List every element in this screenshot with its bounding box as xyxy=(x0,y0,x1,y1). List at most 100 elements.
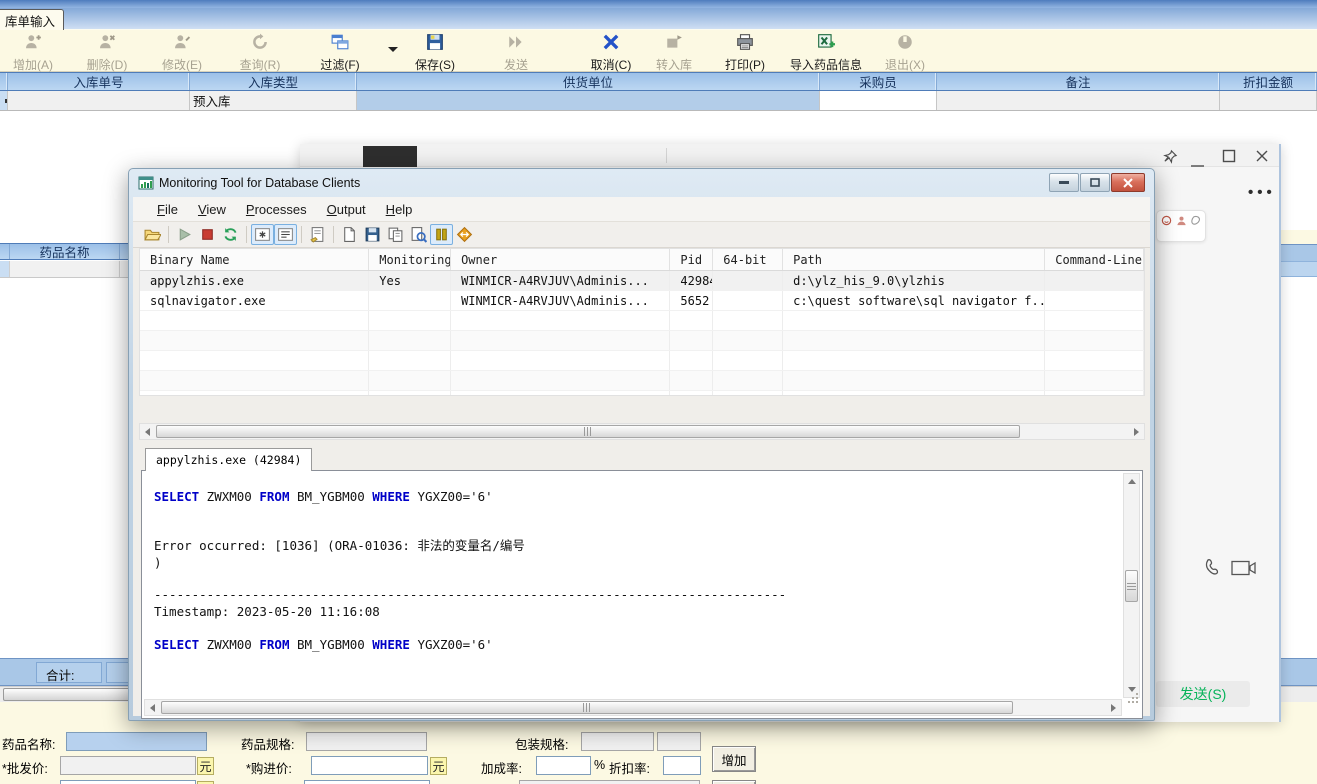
retail-field[interactable] xyxy=(60,780,196,784)
quick-reaction-toolbar[interactable] xyxy=(1156,210,1206,242)
order-cell-discount-amount[interactable] xyxy=(1220,91,1317,110)
copy-icon[interactable] xyxy=(384,224,407,245)
new-file-icon[interactable] xyxy=(338,224,361,245)
process-row-appylzhis.exe[interactable]: appylzhis.exe Yes WINMICR-A4RVJUV\Adminis.… xyxy=(140,271,1144,291)
process-col-header[interactable]: Owner xyxy=(451,249,671,270)
process-table[interactable]: Binary Name Monitoring Owner Pid 64-bit Path C… xyxy=(139,248,1145,396)
chat-close-icon[interactable] xyxy=(1255,149,1269,168)
toolbar-button-filter[interactable]: 过滤(F) xyxy=(314,32,366,72)
toolbar-button-modify: 修改(E) xyxy=(159,32,205,72)
order-col-discount-amount: 折扣金额 xyxy=(1220,73,1317,90)
order-grid-row[interactable]: 预入库 xyxy=(0,91,1317,111)
toolbar-button-label: 退出(X) xyxy=(885,58,925,72)
menu-help[interactable]: Help xyxy=(376,199,423,220)
process-col-header[interactable]: 64-bit xyxy=(713,249,784,270)
hscroll-thumb[interactable] xyxy=(161,701,1013,714)
process-table-hscrollbar[interactable] xyxy=(139,423,1145,440)
goto-icon[interactable] xyxy=(453,224,476,245)
process-col-header[interactable]: Monitoring xyxy=(369,249,452,270)
toolbar-button-save[interactable]: 保存(S) xyxy=(410,32,460,72)
add-item-button[interactable]: 增加 xyxy=(712,746,756,772)
spec-field[interactable] xyxy=(306,732,427,751)
toolbar-separator xyxy=(333,226,334,243)
maker-field[interactable] xyxy=(519,780,700,784)
wholesale-field[interactable] xyxy=(60,756,196,775)
output-vscrollbar[interactable] xyxy=(1123,473,1140,698)
menu-processes[interactable]: Processes xyxy=(236,199,317,220)
scroll-right-icon[interactable] xyxy=(1129,424,1144,439)
discount-rate-field[interactable] xyxy=(663,756,701,775)
chat-more-icon[interactable]: ••• xyxy=(1248,184,1276,201)
dark-tab[interactable] xyxy=(363,146,417,167)
order-cell-supplier[interactable] xyxy=(357,91,820,110)
delete-item-button[interactable]: 删除 xyxy=(712,780,756,784)
asterisk-view-icon[interactable] xyxy=(251,224,274,245)
play-icon[interactable] xyxy=(173,224,196,245)
qty-field[interactable] xyxy=(304,780,430,784)
menu-output[interactable]: Output xyxy=(317,199,376,220)
log-view-icon[interactable] xyxy=(274,224,297,245)
toolbar-button-label: 保存(S) xyxy=(415,58,455,72)
item-cell-1[interactable] xyxy=(10,261,120,277)
pin-icon[interactable] xyxy=(1163,149,1178,169)
process-row-sqlnavigator.exe[interactable]: sqlnavigator.exe WINMICR-A4RVJUV\Adminis.… xyxy=(140,291,1144,311)
restore-button[interactable] xyxy=(1080,173,1110,192)
video-call-icon[interactable] xyxy=(1231,560,1257,582)
open-folder-icon[interactable] xyxy=(141,224,164,245)
refresh-icon[interactable] xyxy=(219,224,242,245)
process-cell-empty xyxy=(369,351,452,370)
scroll-left-icon[interactable] xyxy=(145,700,160,715)
toolbar-button-print[interactable]: 打印(P) xyxy=(722,32,768,72)
close-button[interactable] xyxy=(1111,173,1145,192)
find-icon[interactable] xyxy=(407,224,430,245)
pause-icon[interactable] xyxy=(430,224,453,245)
sticker-icon[interactable] xyxy=(1190,215,1202,226)
sql-output-text[interactable]: SELECT ZWXM00 FROM BM_YGBM00 WHERE YGXZ0… xyxy=(144,473,1122,698)
toolbar-button-cancel[interactable]: 取消(C) xyxy=(586,32,636,72)
markup-field[interactable] xyxy=(536,756,591,775)
chat-minimize-icon[interactable] xyxy=(1190,155,1205,173)
chat-maximize-icon[interactable] xyxy=(1222,149,1236,168)
scroll-right-icon[interactable] xyxy=(1106,700,1121,715)
hscroll-thumb[interactable] xyxy=(156,425,1020,438)
send-button[interactable]: 发送(S) xyxy=(1156,681,1250,707)
toolbar-button-send: 发送 xyxy=(494,32,538,72)
order-cell-order-type[interactable]: 预入库 xyxy=(190,91,357,110)
voice-call-icon[interactable] xyxy=(1203,557,1225,584)
monitoring-app-icon xyxy=(138,175,154,196)
toolbar-button-import[interactable]: 导入药品信息 xyxy=(782,32,870,72)
order-cell-buyer[interactable] xyxy=(820,91,937,110)
purchase-field[interactable] xyxy=(311,756,428,775)
stop-icon[interactable] xyxy=(196,224,219,245)
menu-file[interactable]: File xyxy=(147,199,188,220)
properties-icon[interactable] xyxy=(306,224,329,245)
resize-grip[interactable] xyxy=(1126,691,1140,710)
process-col-header[interactable]: Binary Name xyxy=(140,249,370,270)
output-tab[interactable]: appylzhis.exe (42984) xyxy=(145,448,313,471)
process-col-header[interactable]: Pid xyxy=(670,249,714,270)
pack-unit-field[interactable] xyxy=(657,732,701,751)
wholesale-unit: 元 xyxy=(197,757,214,775)
filter-dropdown-caret-icon[interactable] xyxy=(388,47,398,52)
save-file-icon[interactable] xyxy=(361,224,384,245)
emoji-icon[interactable] xyxy=(1161,215,1172,226)
vscroll-thumb[interactable] xyxy=(1125,570,1138,602)
process-cell-empty xyxy=(713,371,784,390)
process-col-header[interactable]: Command-Line xyxy=(1045,249,1144,270)
process-row-empty xyxy=(140,391,1144,395)
scroll-up-icon[interactable] xyxy=(1124,474,1139,489)
tab-stock-entry[interactable]: 库单输入 xyxy=(0,9,64,30)
import-icon xyxy=(817,33,835,56)
order-cell-order-no[interactable] xyxy=(8,91,190,110)
menu-view[interactable]: View xyxy=(188,199,236,220)
process-col-header[interactable]: Path xyxy=(783,249,1046,270)
order-cell-note[interactable] xyxy=(937,91,1220,110)
mention-icon[interactable] xyxy=(1176,215,1187,226)
right-fragment-header xyxy=(1281,244,1317,261)
output-hscrollbar[interactable] xyxy=(144,699,1122,716)
name-field[interactable] xyxy=(66,732,207,751)
minimize-button[interactable] xyxy=(1049,173,1079,192)
pack-field[interactable] xyxy=(581,732,654,751)
scroll-left-icon[interactable] xyxy=(140,424,155,439)
